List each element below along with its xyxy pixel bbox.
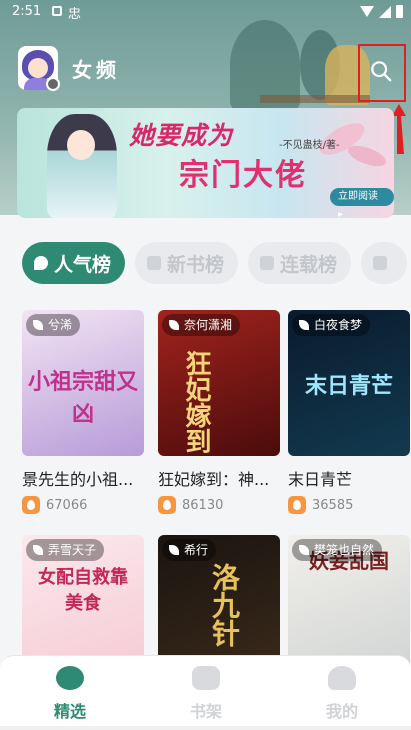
author-tag: 奈何潇湘 [162,314,241,336]
cover-title: 末日青芒 [304,373,393,399]
heat-count: 36585 [288,496,353,514]
nav-featured[interactable]: 精选 [30,666,110,722]
channel-title[interactable]: 女频 [72,54,120,83]
tab-popular[interactable]: 人气榜 [22,242,126,284]
cover-title: 狂妃嫁到 [181,350,211,454]
chat-icon [260,256,275,270]
book-cover: 末日青芒 白夜食梦 [288,310,410,456]
bottom-navigation: 精选 书架 我的 [0,655,411,730]
leaf-icon [169,545,179,555]
author-tag: 希行 [162,539,217,561]
signal-icon [379,5,391,18]
banner-title-line2: 宗门大佬 [179,158,307,193]
status-indicators [360,5,403,18]
leaf-icon [169,320,179,330]
book-cover: 狂妃嫁到 奈何潇湘 [158,310,280,456]
nav-profile[interactable]: 我的 [302,666,382,722]
nav-bookshelf[interactable]: 书架 [166,666,246,722]
cover-title: 洛九针 [208,563,241,647]
notification-icon [52,6,62,16]
promo-banner[interactable]: 她要成为 -不见蛊枝/著- 宗门大佬 立即阅读 ▸ [17,108,394,218]
banner-author: -不见蛊枝/著- [279,140,340,151]
read-now-button[interactable]: 立即阅读 ▸ [330,188,394,218]
flame-icon [22,496,40,514]
profile-icon [328,666,356,690]
bookshelf-icon [192,666,220,690]
switch-channel-icon[interactable] [46,77,60,91]
status-time: 2:51 [12,4,42,19]
search-button[interactable] [358,44,406,102]
cover-title: 小祖宗甜又凶 [27,369,138,427]
author-tag: 白夜食梦 [292,314,371,336]
wifi-icon [360,6,374,17]
tab-more[interactable] [361,242,408,284]
featured-icon [56,666,84,690]
book-title: 狂妃嫁到：神... [158,470,270,489]
heat-count: 67066 [22,496,87,514]
leaf-icon [33,545,43,555]
author-tag: 樊笼也自然 [292,539,383,561]
book-icon [147,256,162,270]
author-tag: 兮浠 [26,314,81,336]
search-icon [371,61,392,82]
banner-title-line1: 她要成为 [129,121,234,150]
flame-icon [34,256,48,270]
flame-icon [288,496,306,514]
tab-serialized[interactable]: 连载榜 [248,242,352,284]
book-title: 末日青芒 [288,470,353,489]
leaf-icon [299,545,309,555]
header-table-decoration [260,95,370,103]
app-notification-icon: 忠 [68,7,82,22]
leaf-icon [33,320,43,330]
battery-icon [396,5,403,18]
home-indicator [0,726,411,730]
flame-icon [158,496,176,514]
author-tag: 弄雪天子 [26,539,105,561]
leaf-icon [299,320,309,330]
annotation-arrow-icon [392,104,406,154]
book-cover: 小祖宗甜又凶 兮浠 [22,310,144,456]
cover-title: 女配自救靠美食 [38,567,128,614]
list-icon [373,256,388,270]
heat-count: 86130 [158,496,223,514]
ranking-tabs: 人气榜 新书榜 连载榜 [22,242,411,286]
book-title: 景先生的小祖... [22,470,134,489]
tab-new-books[interactable]: 新书榜 [135,242,239,284]
status-bar: 2:51 忠 [0,0,411,24]
